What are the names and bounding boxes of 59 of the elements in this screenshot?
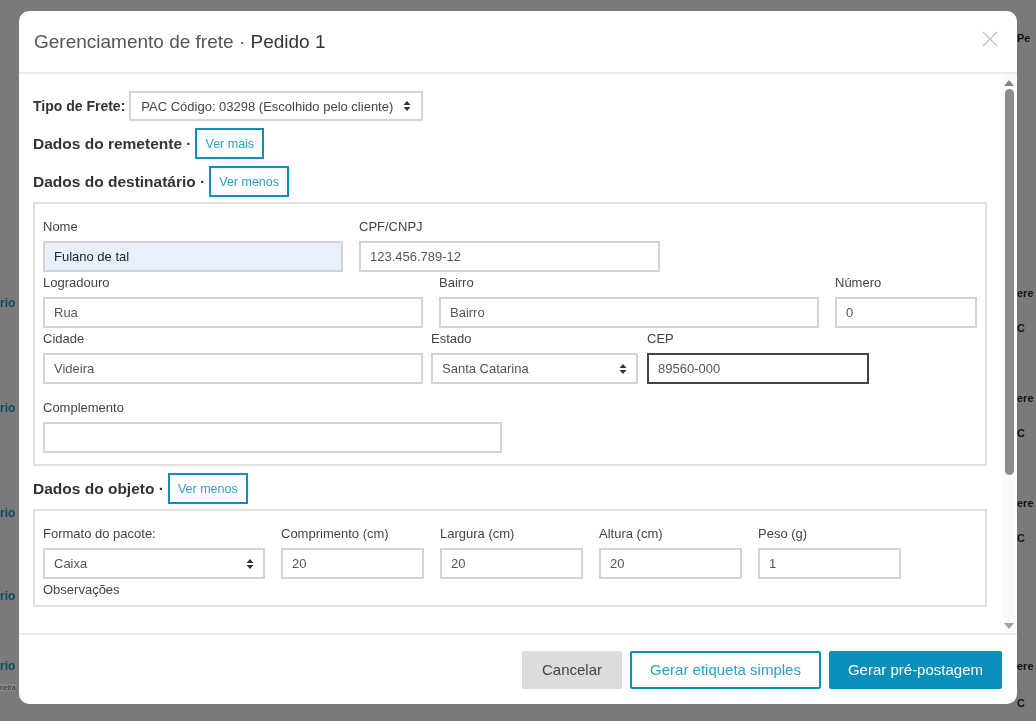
- field-label: Peso (g): [758, 526, 809, 541]
- background-text: rio: [0, 296, 16, 310]
- field-label: Logradouro: [43, 275, 111, 290]
- field-label: CEP: [647, 331, 675, 346]
- input-field[interactable]: [43, 422, 502, 453]
- background-text: rio: [0, 659, 16, 673]
- input-field[interactable]: 123.456.789-12: [359, 241, 660, 272]
- section-title: Dados do destinatário ·: [33, 172, 206, 191]
- background-text: ere: [1017, 497, 1034, 509]
- field-label: Altura (cm): [599, 526, 664, 541]
- input-field[interactable]: Fulano de tal: [43, 241, 343, 272]
- sort-icon: [403, 100, 412, 112]
- background-text: ere: [1017, 392, 1034, 404]
- dialog-title: Gerenciamento de frete · Pedido 1: [34, 30, 326, 53]
- field-label: Largura (cm): [440, 526, 516, 541]
- scroll-up-icon[interactable]: [1004, 80, 1014, 86]
- background-text: ere: [1017, 287, 1034, 299]
- input-field[interactable]: 1: [758, 548, 901, 579]
- sort-icon: [246, 557, 254, 570]
- background-text: rio: [0, 401, 16, 415]
- background-text: rio: [0, 506, 16, 520]
- freight-type-select[interactable]: PAC Código: 03298 (Escolhido pelo cliente): [129, 91, 424, 121]
- input-field[interactable]: Bairro: [439, 297, 819, 328]
- section-title: Dados do remetente ·: [33, 134, 192, 153]
- input-field[interactable]: 89560-000: [647, 353, 869, 384]
- field-label: CPF/CNPJ: [359, 219, 424, 234]
- scroll-down-icon[interactable]: [1004, 623, 1014, 629]
- background-text: C: [1017, 532, 1025, 544]
- background-text: rio: [0, 589, 16, 603]
- input-field[interactable]: 20: [281, 548, 424, 579]
- field-label: Tipo de Frete:: [33, 98, 126, 114]
- background-text: ere: [1017, 660, 1034, 672]
- select-field[interactable]: Caixa: [43, 548, 265, 579]
- background-text: Pe: [1017, 32, 1031, 44]
- field-label: Observações: [43, 582, 121, 597]
- select-field[interactable]: Santa Catarina: [431, 353, 638, 384]
- input-field[interactable]: Videira: [43, 353, 423, 384]
- input-field[interactable]: 0: [835, 297, 977, 328]
- background-text: C: [1017, 322, 1025, 334]
- input-field[interactable]: Rua: [43, 297, 423, 328]
- sort-icon: [619, 362, 627, 375]
- field-label: Número: [835, 275, 883, 290]
- field-label: Nome: [43, 219, 79, 234]
- background-text: C: [1017, 697, 1025, 709]
- input-field[interactable]: 20: [440, 548, 583, 579]
- input-field[interactable]: 20: [599, 548, 742, 579]
- action-button[interactable]: Gerar pré-postagem: [828, 650, 1002, 689]
- background-text: C: [1017, 427, 1025, 439]
- action-button[interactable]: Cancelar: [522, 650, 623, 689]
- field-label: Complemento: [43, 400, 125, 415]
- scrollbar-thumb[interactable]: [1004, 89, 1014, 475]
- field-label: Estado: [431, 331, 473, 346]
- field-label: Comprimento (cm): [281, 526, 390, 541]
- field-label: Bairro: [439, 275, 475, 290]
- scrollbar[interactable]: [1003, 74, 1015, 633]
- close-icon[interactable]: [982, 30, 998, 47]
- field-label: Cidade: [43, 331, 86, 346]
- section-title: Dados do objeto ·: [33, 479, 164, 498]
- field-label: Formato do pacote:: [43, 526, 157, 541]
